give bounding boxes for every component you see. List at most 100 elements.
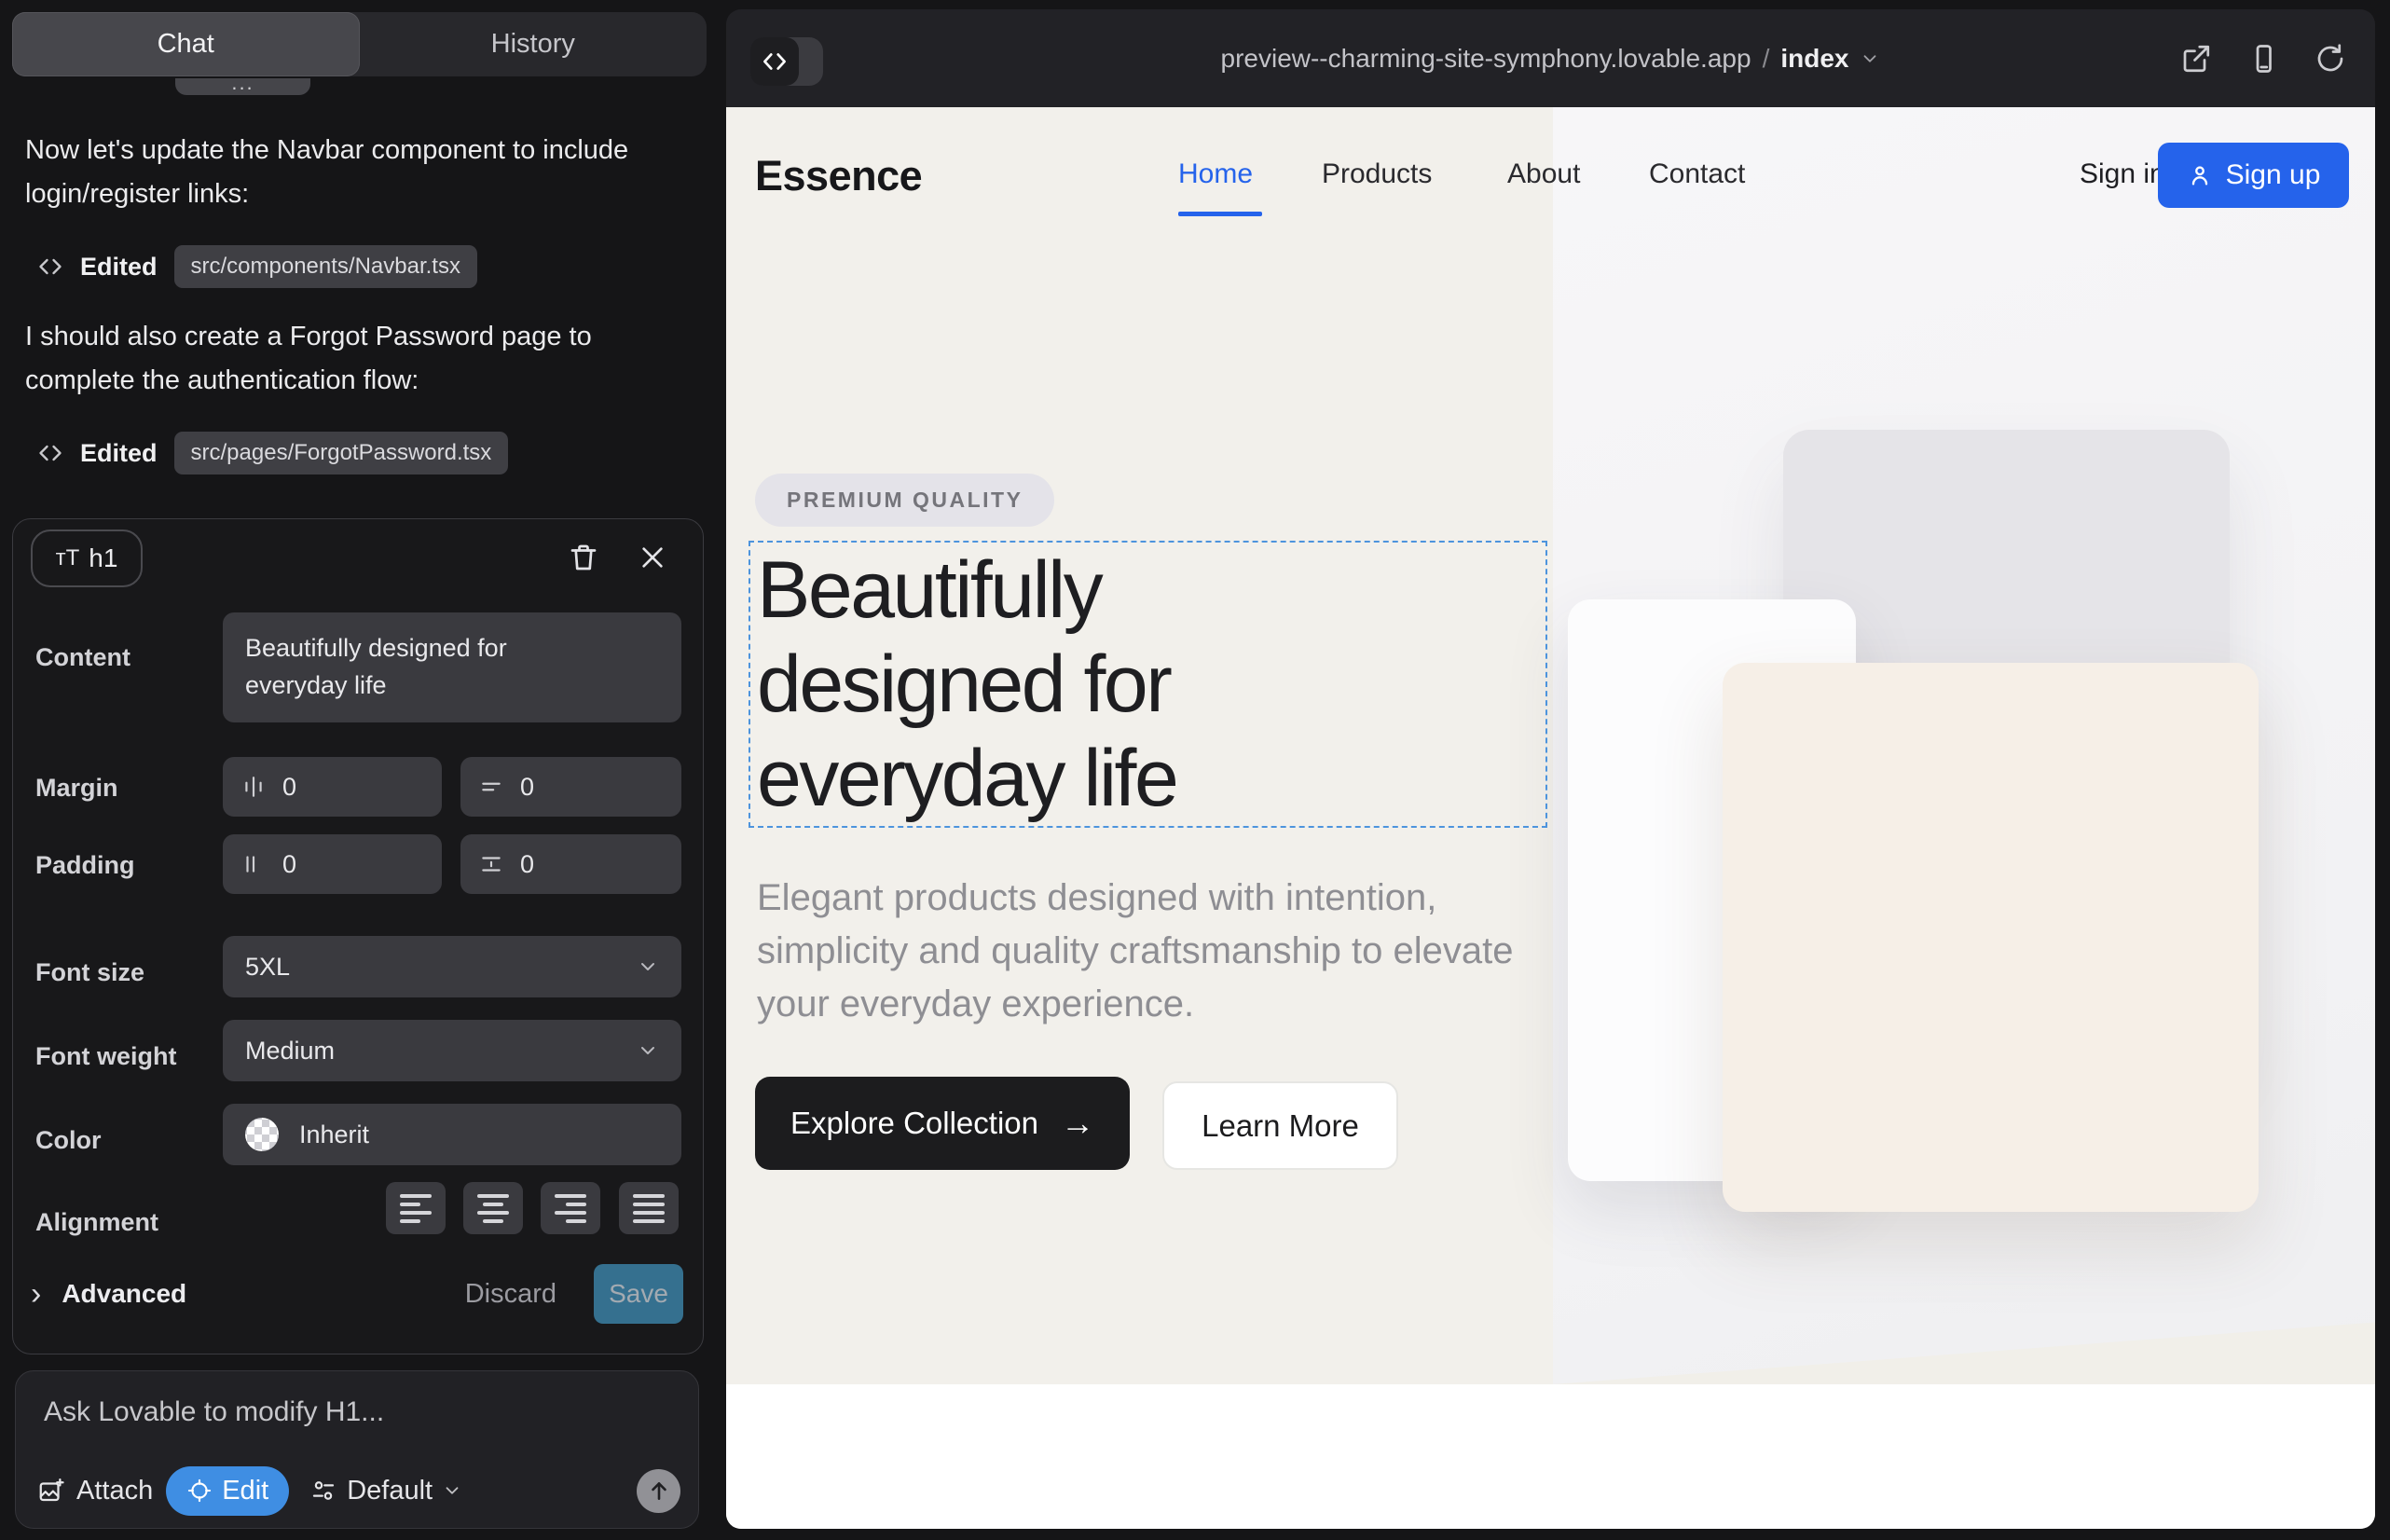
edited-label: Edited	[80, 439, 158, 468]
hero-art-background	[1553, 107, 2375, 1384]
color-value: Inherit	[299, 1121, 369, 1149]
learn-more-button[interactable]: Learn More	[1162, 1081, 1398, 1170]
align-justify-button[interactable]	[619, 1182, 679, 1234]
decorative-wedge	[1553, 1296, 2375, 1384]
active-nav-underline	[1178, 212, 1262, 216]
hero-paragraph: Elegant products designed with intention…	[757, 872, 1596, 1031]
site-logo[interactable]: Essence	[755, 146, 922, 206]
image-plus-icon	[37, 1477, 65, 1505]
hero-heading-line: everyday life	[757, 732, 1176, 826]
file-path-pill[interactable]: src/pages/ForgotPassword.tsx	[174, 432, 509, 474]
chat-message: Now let's update the Navbar component to…	[25, 129, 655, 216]
margin-horizontal-value: 0	[282, 773, 296, 802]
font-size-label: Font size	[35, 958, 144, 987]
hero-heading[interactable]: Beautifully designed for everyday life	[757, 543, 1176, 826]
mobile-view-icon[interactable]	[2246, 42, 2280, 76]
hero-heading-line: Beautifully	[757, 543, 1176, 638]
hero-heading-line: designed for	[757, 638, 1176, 732]
align-left-button[interactable]	[386, 1182, 446, 1234]
app-window: Chat History ... Now let's update the Na…	[0, 0, 2390, 1540]
edit-label: Edit	[222, 1476, 268, 1506]
sign-up-label: Sign up	[2226, 159, 2321, 191]
arrow-right-icon: →	[1061, 1104, 1094, 1143]
preview-url-bar[interactable]: preview--charming-site-symphony.lovable.…	[726, 9, 2375, 107]
padding-label: Padding	[35, 851, 135, 880]
color-select[interactable]: Inherit	[223, 1104, 681, 1165]
discard-button[interactable]: Discard	[465, 1279, 556, 1310]
edited-file-row[interactable]: Edited src/pages/ForgotPassword.tsx	[37, 429, 508, 477]
chat-history-tabbar: Chat History	[12, 12, 707, 76]
preview-url-separator: /	[1763, 44, 1770, 74]
edited-label: Edited	[80, 253, 158, 282]
explore-collection-label: Explore Collection	[790, 1106, 1038, 1141]
content-input[interactable]: Beautifully designed for everyday life	[223, 612, 681, 722]
font-weight-select[interactable]: Medium	[223, 1020, 681, 1081]
attach-label: Attach	[76, 1476, 153, 1506]
file-path-pill[interactable]: src/components/Navbar.tsx	[174, 245, 477, 288]
tab-chat[interactable]: Chat	[12, 12, 360, 76]
margin-horizontal-input[interactable]: 0	[223, 757, 442, 817]
nav-link-contact[interactable]: Contact	[1649, 158, 1745, 190]
sign-in-link[interactable]: Sign in	[2080, 158, 2165, 190]
advanced-toggle[interactable]: Advanced	[62, 1279, 186, 1309]
chevron-down-icon	[637, 1039, 659, 1062]
nav-link-home[interactable]: Home	[1178, 158, 1253, 190]
preview-url-host: preview--charming-site-symphony.lovable.…	[1221, 44, 1751, 74]
delete-element-button[interactable]	[567, 541, 600, 574]
padding-horizontal-icon	[241, 852, 266, 876]
chevron-down-icon	[637, 956, 659, 978]
padding-vertical-icon	[479, 852, 503, 876]
scrolled-pill-fragment: ...	[175, 78, 310, 95]
target-icon	[186, 1478, 213, 1504]
nav-link-products[interactable]: Products	[1322, 158, 1432, 190]
code-toggle-segment[interactable]	[750, 37, 799, 86]
mode-label: Default	[347, 1476, 433, 1506]
margin-vertical-input[interactable]: 0	[460, 757, 681, 817]
close-editor-button[interactable]	[638, 543, 667, 572]
preview-url-page: index	[1780, 44, 1848, 74]
padding-vertical-input[interactable]: 0	[460, 834, 681, 894]
user-icon	[2187, 162, 2213, 188]
edit-mode-button[interactable]: Edit	[166, 1466, 289, 1516]
padding-horizontal-value: 0	[282, 850, 296, 879]
chevron-down-icon	[442, 1480, 462, 1501]
save-button[interactable]: Save	[594, 1264, 683, 1324]
chevron-down-icon	[1860, 48, 1880, 69]
padding-horizontal-input[interactable]: 0	[223, 834, 442, 894]
color-label: Color	[35, 1126, 102, 1155]
composer-toolbar: Attach Edit Default	[37, 1465, 680, 1516]
code-preview-toggle[interactable]	[750, 37, 823, 86]
attach-button[interactable]: Attach	[37, 1476, 153, 1506]
alignment-label: Alignment	[35, 1208, 158, 1237]
color-swatch-icon	[245, 1118, 279, 1151]
margin-vertical-icon	[479, 775, 503, 799]
composer-input[interactable]	[44, 1396, 603, 1428]
model-selector[interactable]: Default	[309, 1476, 462, 1506]
send-button[interactable]	[637, 1469, 680, 1513]
selected-element-tag: тT h1	[31, 529, 143, 587]
content-label: Content	[35, 643, 130, 672]
nav-link-about[interactable]: About	[1507, 158, 1580, 190]
open-in-new-tab-icon[interactable]	[2179, 42, 2213, 76]
chevron-right-icon: ›	[31, 1278, 41, 1310]
next-section-background	[726, 1384, 2375, 1529]
code-icon	[37, 254, 63, 280]
align-center-button[interactable]	[463, 1182, 523, 1234]
font-size-value: 5XL	[245, 953, 290, 982]
chat-message: I should also create a Forgot Password p…	[25, 315, 655, 403]
editor-footer: › Advanced Discard Save	[31, 1264, 683, 1324]
sliders-icon	[309, 1477, 337, 1505]
font-size-select[interactable]: 5XL	[223, 936, 681, 997]
margin-vertical-value: 0	[520, 773, 534, 802]
edited-file-row[interactable]: Edited src/components/Navbar.tsx	[37, 242, 477, 291]
padding-vertical-value: 0	[520, 850, 534, 879]
code-icon	[37, 440, 63, 466]
sign-up-button[interactable]: Sign up	[2158, 143, 2349, 208]
tab-history[interactable]: History	[360, 12, 707, 76]
margin-horizontal-icon	[241, 775, 266, 799]
refresh-icon[interactable]	[2314, 42, 2347, 76]
margin-label: Margin	[35, 774, 118, 803]
align-right-button[interactable]	[541, 1182, 600, 1234]
explore-collection-button[interactable]: Explore Collection →	[755, 1077, 1130, 1170]
decorative-card-cream	[1723, 663, 2259, 1212]
